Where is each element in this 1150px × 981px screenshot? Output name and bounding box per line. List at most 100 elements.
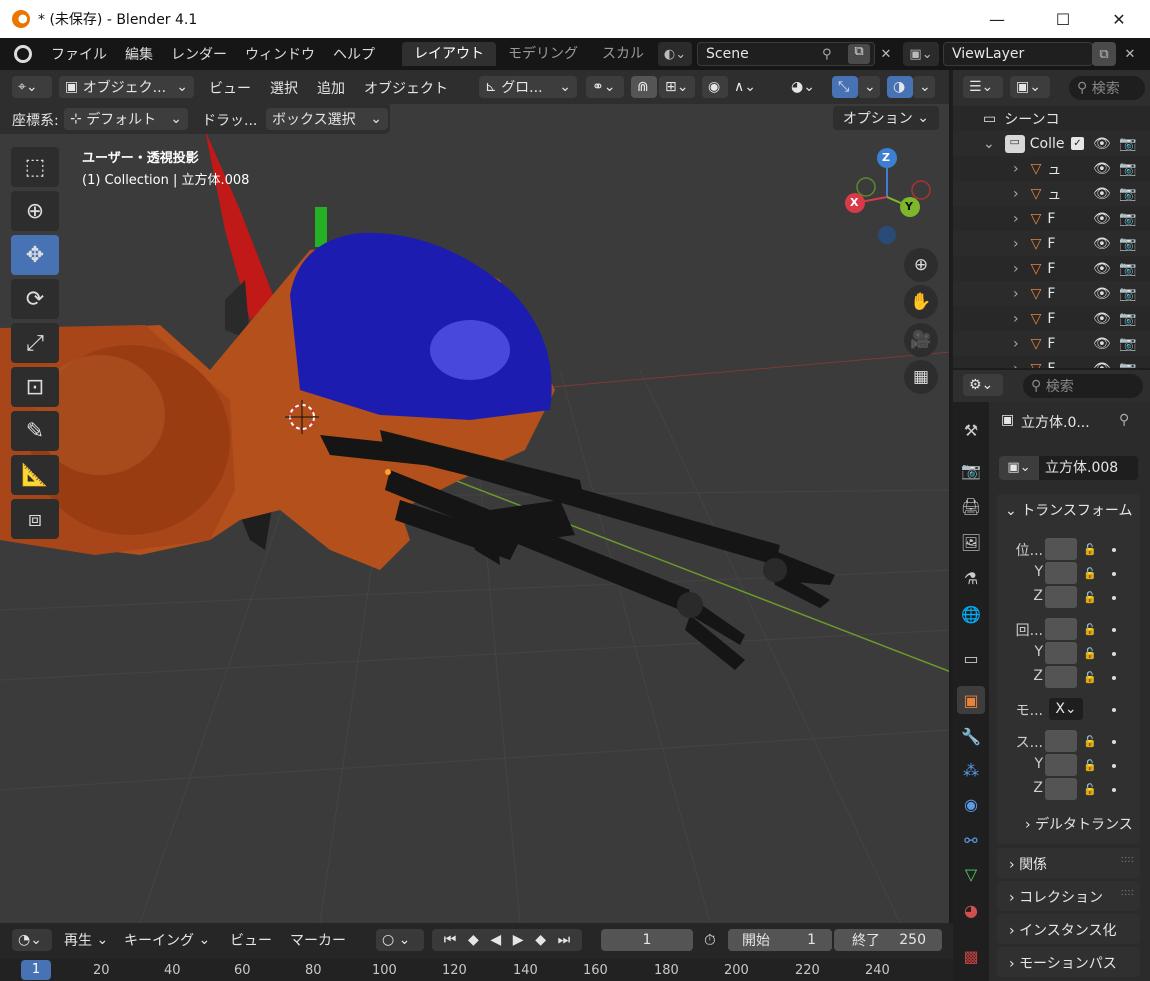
outliner-search-input[interactable]: ⚲ 検索 xyxy=(1069,76,1145,100)
keyframe-dot[interactable] xyxy=(1112,652,1116,656)
exclude-checkbox[interactable]: ✓ xyxy=(1071,137,1084,150)
stopwatch-icon[interactable]: ⏱ xyxy=(704,931,716,949)
rotation-z-field[interactable] xyxy=(1045,666,1077,688)
chevron-right-icon[interactable]: › xyxy=(1013,361,1019,369)
menu-render[interactable]: レンダー xyxy=(162,44,236,64)
viewlayer-name-field[interactable]: ViewLayer xyxy=(943,42,1093,66)
keyframe-dot[interactable] xyxy=(1112,676,1116,680)
menu-add[interactable]: 追加 xyxy=(317,78,345,98)
outliner-object-row[interactable]: › ▽ F 👁 📷 xyxy=(953,231,1150,256)
jump-start-icon[interactable]: ⏮ xyxy=(444,932,457,948)
physics-tab-icon[interactable]: ◉ xyxy=(957,790,985,818)
lock-icon[interactable]: 🔓 xyxy=(1083,591,1097,604)
gizmo-toggle-icon[interactable]: ⤡ xyxy=(832,76,858,98)
3d-viewport[interactable]: Z Y X ⌖⌄ ▣ オブジェク... ⌄ ビュー 選択 追加 オブジェクト ⊾ … xyxy=(0,70,951,923)
jump-end-icon[interactable]: ⏭ xyxy=(558,932,571,948)
menu-file[interactable]: ファイル xyxy=(42,44,116,64)
outliner-object-row[interactable]: › ▽ F 👁 📷 xyxy=(953,331,1150,356)
outliner-scene-collection[interactable]: ▭ シーンコ xyxy=(953,106,1150,131)
data-tab-icon[interactable]: ▽ xyxy=(957,860,985,888)
transform-orientation-dropdown[interactable]: ⊾ グロ... ⌄ xyxy=(479,76,577,98)
drag-dropdown[interactable]: ボックス選択 ⌄ xyxy=(266,108,388,130)
texture-tab-icon[interactable]: ▩ xyxy=(957,942,985,970)
gizmo-dropdown-icon[interactable]: ⌄ xyxy=(858,76,880,98)
start-frame-field[interactable]: 開始 1 xyxy=(728,929,832,951)
menu-select[interactable]: 選択 xyxy=(270,78,298,98)
timeline-editor-type-icon[interactable]: ◔⌄ xyxy=(12,929,52,951)
chevron-down-icon[interactable]: ⌄ xyxy=(983,136,995,152)
menu-object[interactable]: オブジェクト xyxy=(364,78,448,98)
outliner-object-row[interactable]: › ▽ F 👁 📷 xyxy=(953,206,1150,231)
auto-keying-icon[interactable]: ○ ⌄ xyxy=(376,929,424,951)
chevron-right-icon[interactable]: › xyxy=(1013,286,1019,302)
measure-tool-icon[interactable]: 📐 xyxy=(11,455,59,495)
select-box-icon[interactable]: ⬚ xyxy=(11,147,59,187)
snap-target-icon[interactable]: ⊞⌄ xyxy=(659,76,695,98)
mode-selector[interactable]: ▣ オブジェク... ⌄ xyxy=(59,76,194,98)
tab-modeling[interactable]: モデリング xyxy=(496,42,590,66)
outliner-object-row[interactable]: › ▽ F 👁 📷 xyxy=(953,256,1150,281)
visibility-icon[interactable]: ◕⌄ xyxy=(785,76,825,98)
menu-window[interactable]: ウィンドウ xyxy=(236,44,324,64)
display-mode-icon[interactable]: ▣⌄ xyxy=(1010,76,1050,98)
properties-editor-type-icon[interactable]: ⚙⌄ xyxy=(963,374,1003,396)
particles-tab-icon[interactable]: ⁂ xyxy=(957,756,985,784)
constraints-tab-icon[interactable]: ⚯ xyxy=(957,826,985,854)
lock-icon[interactable]: 🔓 xyxy=(1083,759,1097,772)
add-cube-tool-icon[interactable]: ⧈ xyxy=(11,499,59,539)
maximize-button[interactable]: ☐ xyxy=(1040,0,1086,38)
frame-ruler[interactable]: 1 20 40 60 80 100 120 140 160 180 200 22… xyxy=(0,959,953,981)
keying-menu[interactable]: キーイング ⌄ xyxy=(118,929,216,951)
object-browse-icon[interactable]: ▣⌄ xyxy=(999,456,1039,480)
object-name-field[interactable]: 立方体.008 xyxy=(1039,456,1138,480)
new-scene-icon[interactable]: ⧉ xyxy=(848,44,870,64)
eye-icon[interactable]: 👁 xyxy=(1093,361,1111,369)
zoom-icon[interactable]: ⊕ xyxy=(904,248,938,282)
eye-icon[interactable]: 👁 xyxy=(1093,236,1111,252)
camera-icon[interactable]: 📷 xyxy=(1119,336,1136,352)
rotation-mode-dropdown[interactable]: X⌄ xyxy=(1049,698,1083,720)
pan-hand-icon[interactable]: ✋ xyxy=(904,285,938,319)
scale-x-field[interactable] xyxy=(1045,730,1077,752)
overlay-dropdown-icon[interactable]: ⌄ xyxy=(913,76,935,98)
current-frame-field[interactable]: 1 xyxy=(601,929,693,951)
collection-tab-icon[interactable]: ▭ xyxy=(957,644,985,672)
annotate-tool-icon[interactable]: ✎ xyxy=(11,411,59,451)
menu-view[interactable]: ビュー xyxy=(209,78,251,98)
eye-icon[interactable]: 👁 xyxy=(1093,186,1111,202)
timeline-view-menu[interactable]: ビュー xyxy=(224,929,278,951)
delta-transform-subpanel[interactable]: › デルタトランス xyxy=(1025,814,1133,834)
menu-edit[interactable]: 編集 xyxy=(116,44,162,64)
playback-menu[interactable]: 再生 ⌄ xyxy=(58,929,114,951)
eye-icon[interactable]: 👁 xyxy=(1093,286,1111,302)
cursor-tool-icon[interactable]: ⊕ xyxy=(11,191,59,231)
rotation-x-field[interactable] xyxy=(1045,618,1077,640)
scene-tab-icon[interactable]: ⚗ xyxy=(957,564,985,592)
keyframe-dot[interactable] xyxy=(1112,740,1116,744)
falloff-icon[interactable]: ∧⌄ xyxy=(728,76,764,98)
camera-icon[interactable]: 📷 xyxy=(1119,311,1136,327)
drag-handle-icon[interactable]: :::: xyxy=(1121,887,1134,898)
pivot-point-icon[interactable]: ⚭⌄ xyxy=(586,76,624,98)
transform-tool-icon[interactable]: ⊡ xyxy=(11,367,59,407)
lock-icon[interactable]: 🔓 xyxy=(1083,543,1097,556)
marker-menu[interactable]: マーカー xyxy=(284,929,352,951)
object-tab-icon[interactable]: ▣ xyxy=(957,686,985,714)
pin-icon[interactable]: ⚲ xyxy=(822,47,832,62)
play-reverse-icon[interactable]: ◀ xyxy=(490,932,501,948)
keyframe-dot[interactable] xyxy=(1112,572,1116,576)
material-tab-icon[interactable]: ◕ xyxy=(957,896,985,924)
snap-toggle-icon[interactable]: ⋒ xyxy=(631,76,657,98)
scene-name-field[interactable]: Scene ⚲ ⧉ xyxy=(697,42,875,66)
chevron-right-icon[interactable]: › xyxy=(1013,336,1019,352)
scene-selector-icon[interactable]: ◐⌄ xyxy=(658,42,692,66)
keyframe-dot[interactable] xyxy=(1112,764,1116,768)
chevron-right-icon[interactable]: › xyxy=(1013,211,1019,227)
eye-icon[interactable]: 👁 xyxy=(1093,261,1111,277)
end-frame-field[interactable]: 終了 250 xyxy=(834,929,942,951)
location-z-field[interactable] xyxy=(1045,586,1077,608)
playback-controls[interactable]: ⏮ ◆ ◀ ▶ ◆ ⏭ xyxy=(432,929,582,951)
proportional-edit-icon[interactable]: ◉ xyxy=(702,76,728,98)
camera-icon[interactable]: 📷 xyxy=(1119,261,1136,277)
keyframe-dot[interactable] xyxy=(1112,708,1116,712)
